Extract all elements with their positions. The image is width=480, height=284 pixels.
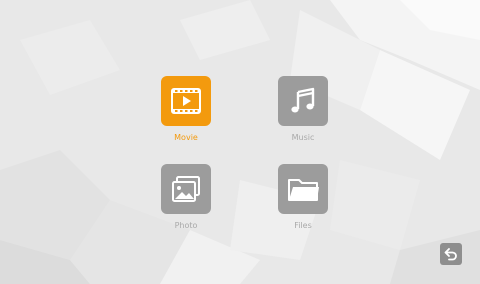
film-play-icon <box>171 88 201 114</box>
movie-tile-icon <box>161 76 211 126</box>
back-button[interactable] <box>440 243 462 265</box>
media-home-screen: Movie Music Photo Files <box>0 0 480 284</box>
background-pattern <box>0 0 480 284</box>
music-note-icon <box>291 87 315 113</box>
menu-item-movie[interactable]: Movie <box>136 76 236 143</box>
music-tile-icon <box>278 76 328 126</box>
menu-item-label: Files <box>294 221 312 230</box>
menu-item-music[interactable]: Music <box>253 76 353 143</box>
files-tile-icon <box>278 164 328 214</box>
photo-tile-icon <box>161 164 211 214</box>
folder-icon <box>288 179 319 201</box>
menu-item-files[interactable]: Files <box>253 164 353 231</box>
menu-item-photo[interactable]: Photo <box>136 164 236 231</box>
menu-item-label: Photo <box>174 221 198 230</box>
photo-gallery-icon <box>172 176 200 202</box>
menu-item-label: Movie <box>174 133 198 142</box>
menu-item-label: Music <box>291 133 315 142</box>
back-arrow-icon <box>444 248 457 261</box>
